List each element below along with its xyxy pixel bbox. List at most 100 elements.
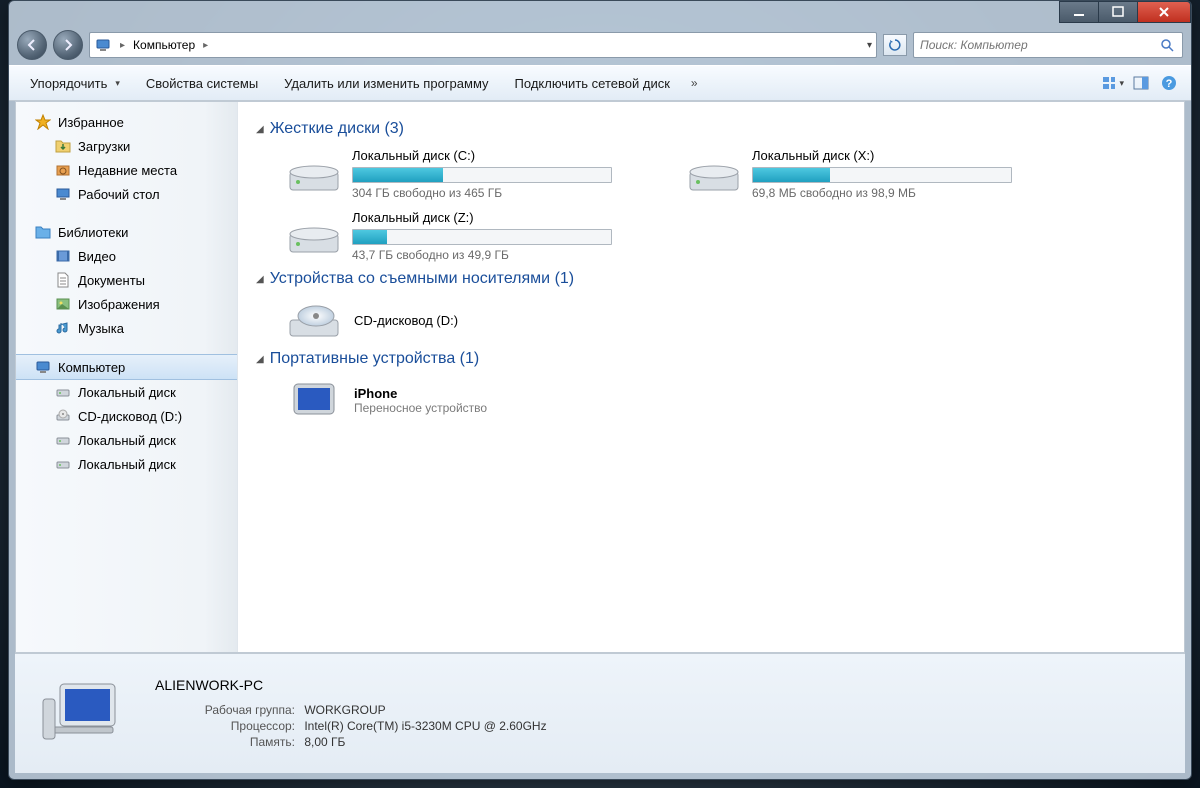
- navigation-row: ▸ Компьютер ▸ ▾: [9, 29, 1191, 65]
- sidebar-cd-drive[interactable]: CD-дисковод (D:): [16, 404, 237, 428]
- sidebar-local-disk-2[interactable]: Локальный диск: [16, 428, 237, 452]
- sidebar-music[interactable]: Музыка: [16, 316, 237, 340]
- uninstall-program-button[interactable]: Удалить или изменить программу: [273, 71, 499, 96]
- sidebar-item-label: Документы: [78, 273, 145, 288]
- sidebar-pictures[interactable]: Изображения: [16, 292, 237, 316]
- window-controls: [1060, 1, 1191, 23]
- organize-button[interactable]: Упорядочить: [19, 71, 131, 96]
- sidebar-downloads[interactable]: Загрузки: [16, 134, 237, 158]
- section-hard-drives[interactable]: ◢ Жесткие диски (3): [256, 120, 1166, 138]
- minimize-button[interactable]: [1059, 1, 1099, 23]
- usage-meter: [352, 167, 612, 183]
- section-portable[interactable]: ◢ Портативные устройства (1): [256, 350, 1166, 368]
- computer-icon: [94, 36, 112, 54]
- sidebar-item-label: Недавние места: [78, 163, 177, 178]
- system-properties-button[interactable]: Свойства системы: [135, 71, 269, 96]
- desktop-icon: [54, 185, 72, 203]
- drive-z[interactable]: Локальный диск (Z:) 43,7 ГБ свободно из …: [286, 210, 646, 262]
- video-icon: [54, 247, 72, 265]
- content-area: Избранное Загрузки Недавние места Рабочи…: [15, 101, 1185, 653]
- sidebar-local-disk-c[interactable]: Локальный диск: [16, 380, 237, 404]
- picture-icon: [54, 295, 72, 313]
- sidebar-recent-places[interactable]: Недавние места: [16, 158, 237, 182]
- section-title: Портативные устройства (1): [270, 350, 480, 368]
- drive-label: Локальный диск (Z:): [352, 210, 646, 225]
- map-network-drive-button[interactable]: Подключить сетевой диск: [504, 71, 681, 96]
- search-icon[interactable]: [1158, 36, 1176, 54]
- section-removable[interactable]: ◢ Устройства со съемными носителями (1): [256, 270, 1166, 288]
- sidebar-item-label: Избранное: [58, 115, 124, 130]
- drive-status: 43,7 ГБ свободно из 49,9 ГБ: [352, 248, 646, 262]
- sidebar-documents[interactable]: Документы: [16, 268, 237, 292]
- usage-meter: [352, 229, 612, 245]
- toolbar: Упорядочить Свойства системы Удалить или…: [9, 65, 1191, 101]
- view-mode-button[interactable]: [1101, 71, 1125, 95]
- sidebar-desktop[interactable]: Рабочий стол: [16, 182, 237, 206]
- titlebar[interactable]: [9, 1, 1191, 29]
- refresh-button[interactable]: [883, 34, 907, 56]
- breadcrumb-arrow-icon[interactable]: ▸: [201, 40, 210, 51]
- sidebar-item-label: Загрузки: [78, 139, 130, 154]
- close-button[interactable]: [1137, 1, 1191, 23]
- folder-downloads-icon: [54, 137, 72, 155]
- drive-label: CD-дисковод (D:): [354, 313, 458, 328]
- document-icon: [54, 271, 72, 289]
- main-panel[interactable]: ◢ Жесткие диски (3) Локальный диск (C:) …: [238, 102, 1184, 652]
- sidebar-local-disk-3[interactable]: Локальный диск: [16, 452, 237, 476]
- sidebar-videos[interactable]: Видео: [16, 244, 237, 268]
- drive-c[interactable]: Локальный диск (C:) 304 ГБ свободно из 4…: [286, 148, 646, 200]
- forward-button[interactable]: [53, 30, 83, 60]
- sidebar-item-label: Компьютер: [58, 360, 125, 375]
- details-info: ALIENWORK-PC Рабочая группа: WORKGROUP П…: [155, 677, 547, 751]
- collapse-icon[interactable]: ◢: [256, 354, 264, 365]
- sidebar-item-label: Изображения: [78, 297, 160, 312]
- toolbar-overflow-icon[interactable]: »: [685, 76, 704, 90]
- device-sublabel: Переносное устройство: [354, 401, 487, 415]
- address-bar[interactable]: ▸ Компьютер ▸ ▾: [89, 32, 877, 58]
- iphone-device[interactable]: iPhone Переносное устройство: [286, 378, 1166, 422]
- svg-text:?: ?: [1166, 78, 1173, 90]
- back-button[interactable]: [17, 30, 47, 60]
- drive-status: 304 ГБ свободно из 465 ГБ: [352, 186, 646, 200]
- computer-large-icon: [35, 669, 125, 759]
- star-icon: [34, 113, 52, 131]
- cd-drive[interactable]: CD-дисковод (D:): [286, 298, 1166, 342]
- pc-name: ALIENWORK-PC: [155, 677, 547, 693]
- workgroup-value: WORKGROUP: [304, 703, 385, 717]
- search-input[interactable]: [920, 38, 1158, 52]
- address-dropdown-icon[interactable]: ▾: [867, 40, 872, 51]
- device-label: iPhone: [354, 386, 487, 401]
- hdd-icon: [54, 383, 72, 401]
- maximize-button[interactable]: [1098, 1, 1138, 23]
- breadcrumb-label: Компьютер: [133, 38, 195, 52]
- portable-device-icon: [286, 378, 342, 422]
- hdd-icon: [286, 214, 342, 258]
- drive-label: Локальный диск (X:): [752, 148, 1046, 163]
- collapse-icon[interactable]: ◢: [256, 124, 264, 135]
- section-title: Устройства со съемными носителями (1): [270, 270, 574, 288]
- explorer-window: ▸ Компьютер ▸ ▾ Упорядочить Свойства сис…: [8, 0, 1192, 780]
- sidebar-libraries[interactable]: Библиотеки: [16, 220, 237, 244]
- workgroup-label: Рабочая группа:: [155, 703, 295, 717]
- help-button[interactable]: ?: [1157, 71, 1181, 95]
- recent-icon: [54, 161, 72, 179]
- collapse-icon[interactable]: ◢: [256, 274, 264, 285]
- hdd-icon: [286, 152, 342, 196]
- sidebar-computer[interactable]: Компьютер: [16, 354, 237, 380]
- search-box[interactable]: [913, 32, 1183, 58]
- navigation-pane[interactable]: Избранное Загрузки Недавние места Рабочи…: [16, 102, 238, 652]
- sidebar-favorites[interactable]: Избранное: [16, 110, 237, 134]
- breadcrumb-arrow-icon[interactable]: ▸: [118, 40, 127, 51]
- sidebar-item-label: Библиотеки: [58, 225, 128, 240]
- drive-x[interactable]: Локальный диск (X:) 69,8 МБ свободно из …: [686, 148, 1046, 200]
- sidebar-item-label: Музыка: [78, 321, 124, 336]
- ram-value: 8,00 ГБ: [304, 735, 345, 749]
- breadcrumb-computer[interactable]: Компьютер: [133, 38, 195, 52]
- music-icon: [54, 319, 72, 337]
- sidebar-item-label: CD-дисковод (D:): [78, 409, 182, 424]
- preview-pane-button[interactable]: [1129, 71, 1153, 95]
- sidebar-item-label: Локальный диск: [78, 457, 176, 472]
- sidebar-item-label: Видео: [78, 249, 116, 264]
- computer-icon: [34, 358, 52, 376]
- sidebar-item-label: Рабочий стол: [78, 187, 160, 202]
